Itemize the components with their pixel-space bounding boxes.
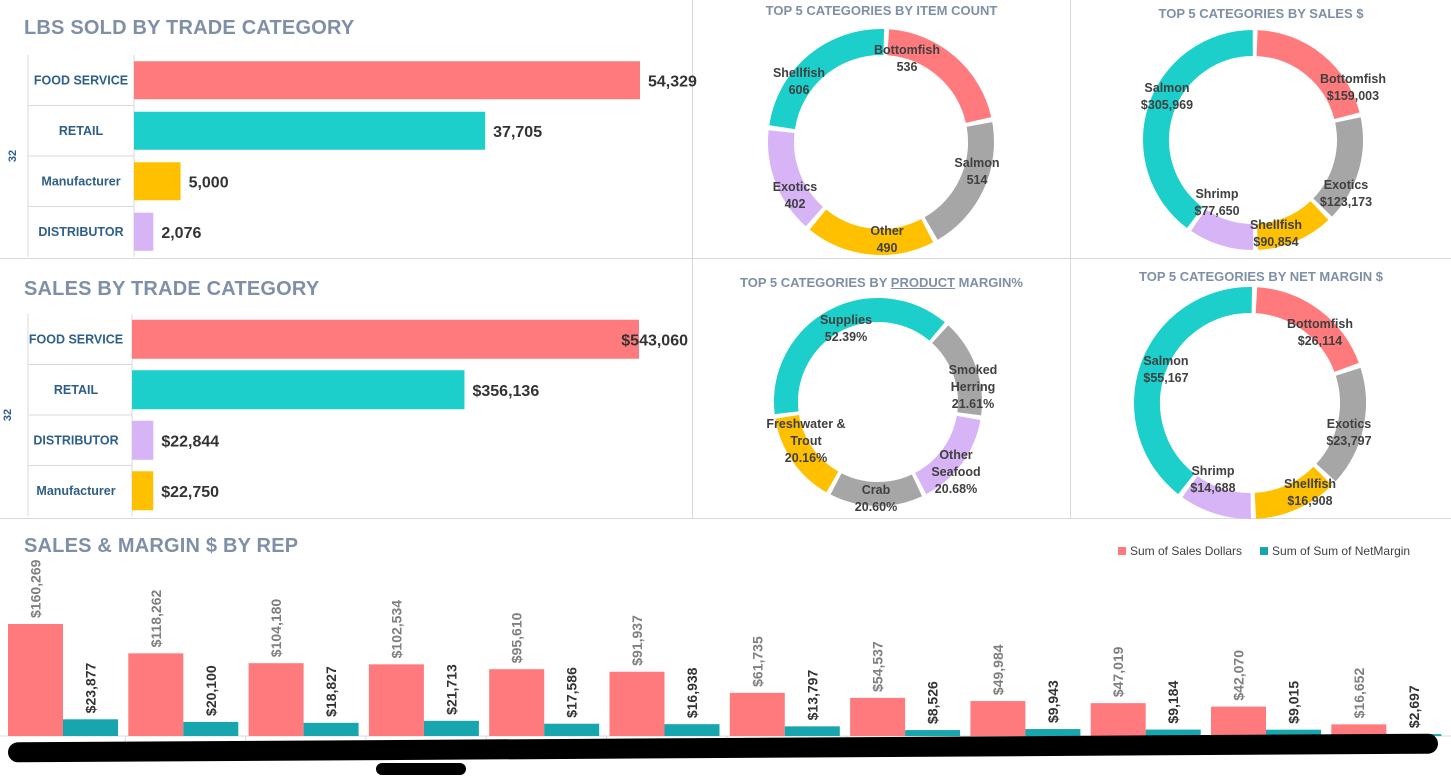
category-label-retail: RETAIL <box>59 124 104 138</box>
value-label-food-service: $543,060 <box>621 332 688 349</box>
margin-value-label: $18,827 <box>323 666 339 717</box>
sales-bar <box>8 624 63 736</box>
margin-bar <box>664 724 720 736</box>
sales-bar <box>850 697 906 736</box>
margin-value-label: $20,100 <box>203 665 219 716</box>
margin-value-label: $21,713 <box>443 664 459 715</box>
axis-label: 32 <box>2 409 14 421</box>
margin-value-label: $8,526 <box>925 681 941 724</box>
margin-pct-title-underlined: PRODUCT <box>890 275 956 290</box>
margin-value-label: $9,943 <box>1045 680 1061 723</box>
slice-label-freshwater-trout: Freshwater & Trout 20.16% <box>766 417 845 465</box>
net-margin-title: TOP 5 CATEGORIES BY NET MARGIN $ <box>1139 269 1383 284</box>
value-label-manufacturer: $22,750 <box>161 484 219 501</box>
value-label-retail: 37,705 <box>493 124 542 141</box>
bar-food-service <box>132 319 639 359</box>
category-label-manufacturer: Manufacturer <box>41 174 120 188</box>
sales-panel-title: SALES BY TRADE CATEGORY <box>24 278 320 300</box>
sales-value-label: $118,262 <box>148 590 164 648</box>
slice-shrimp <box>1191 209 1254 251</box>
axis-label: 32 <box>7 150 19 162</box>
redaction-mark <box>376 763 466 775</box>
bar-manufacturer <box>132 471 154 511</box>
sales-value-label: $61,735 <box>749 636 765 687</box>
sales-bar <box>128 653 184 736</box>
slice-label-shrimp: Shrimp $77,650 <box>1194 187 1239 218</box>
margin-bar <box>423 720 479 736</box>
sales-bar <box>609 671 665 736</box>
margin-pct-donut: Smoked Herring 21.61%Other Seafood 20.68%Cra… <box>766 298 998 514</box>
slice-salmon <box>1134 287 1253 495</box>
sales-bar <box>248 663 304 736</box>
divider-h-top <box>0 258 1451 259</box>
sales-bar <box>368 664 424 736</box>
margin-bar <box>905 730 961 736</box>
value-label-distributor: $22,844 <box>161 433 219 450</box>
sales-dollars-title: TOP 5 CATEGORIES BY SALES $ <box>1158 6 1364 21</box>
sales-value-label: $104,180 <box>268 599 284 658</box>
margin-bar <box>183 721 239 736</box>
sales-value-label: $160,269 <box>28 559 44 618</box>
margin-bar <box>784 726 840 736</box>
sales-bar <box>729 692 785 736</box>
margin-value-label: $16,938 <box>684 667 700 718</box>
divider-v-right <box>1070 0 1071 518</box>
bar-manufacturer <box>134 162 181 201</box>
value-label-manufacturer: 5,000 <box>189 174 229 191</box>
margin-bar <box>544 723 600 736</box>
sales-bar <box>1090 703 1146 736</box>
category-label-distributor: DISTRIBUTOR <box>38 225 123 239</box>
margin-pct-title: TOP 5 CATEGORIES BY PRODUCT MARGIN% <box>693 275 1070 290</box>
margin-pct-title-post: MARGIN% <box>955 275 1023 290</box>
bar-retail <box>134 111 486 150</box>
margin-value-label: $2,697 <box>1406 685 1422 728</box>
item-count-donut: Bottomfish 536Salmon 514Other 490Exotics 402… <box>768 29 1000 255</box>
value-label-distributor: 2,076 <box>161 225 201 242</box>
slice-label-smoked-herring: Smoked Herring 21.61% <box>949 363 998 411</box>
sales-dollars-donut: Bottomfish $159,003Exotics $123,173Shellfi… <box>1141 30 1386 251</box>
sales-value-label: $102,534 <box>388 600 404 659</box>
sales-value-label: $42,070 <box>1231 650 1247 701</box>
category-label-manufacturer: Manufacturer <box>36 484 115 498</box>
margin-bar <box>303 722 359 736</box>
divider-h-bottom <box>0 518 1451 519</box>
bar-distributor <box>134 212 154 251</box>
margin-value-label: $17,586 <box>564 667 580 718</box>
sales-value-label: $54,537 <box>870 641 886 692</box>
bar-food-service <box>134 61 640 100</box>
bar-retail <box>132 370 465 410</box>
lbs-panel-title: LBS SOLD BY TRADE CATEGORY <box>24 17 355 39</box>
sales-value-label: $91,937 <box>629 615 645 666</box>
sales-value-label: $49,984 <box>990 644 1006 695</box>
sales-bar <box>970 701 1026 736</box>
sales-bar-chart: 32 FOOD SERVICE $543,060 RETAIL $356,136 DIST… <box>2 314 688 516</box>
sales-bar <box>1211 706 1266 736</box>
category-label-food-service: FOOD SERVICE <box>34 73 128 87</box>
margin-value-label: $23,877 <box>83 662 99 713</box>
margin-value-label: $13,797 <box>804 670 820 721</box>
category-label-retail: RETAIL <box>54 383 99 397</box>
category-label-distributor: DISTRIBUTOR <box>33 433 118 447</box>
sales-value-label: $95,610 <box>509 612 525 663</box>
margin-value-label: $9,015 <box>1286 681 1302 724</box>
net-margin-donut: Bottomfish $26,114Exotics $23,797Shellfish… <box>1134 287 1372 519</box>
slice-label-other-seafood: Other Seafood 20.68% <box>931 448 980 496</box>
margin-pct-title-pre: TOP 5 CATEGORIES BY <box>740 275 891 290</box>
sales-value-label: $16,652 <box>1351 668 1367 719</box>
value-label-retail: $356,136 <box>472 383 539 400</box>
lbs-bar-chart: 32 FOOD SERVICE 54,329 RETAIL 37,705 Manufact… <box>7 55 697 257</box>
category-label-food-service: FOOD SERVICE <box>29 332 123 346</box>
sales-value-label: $47,019 <box>1110 646 1126 697</box>
value-label-food-service: 54,329 <box>648 73 697 90</box>
margin-value-label: $9,184 <box>1165 681 1181 724</box>
bar-distributor <box>132 420 154 460</box>
item-count-title: TOP 5 CATEGORIES BY ITEM COUNT <box>765 3 998 18</box>
margin-bar <box>63 719 118 736</box>
sales-bar <box>489 669 545 736</box>
